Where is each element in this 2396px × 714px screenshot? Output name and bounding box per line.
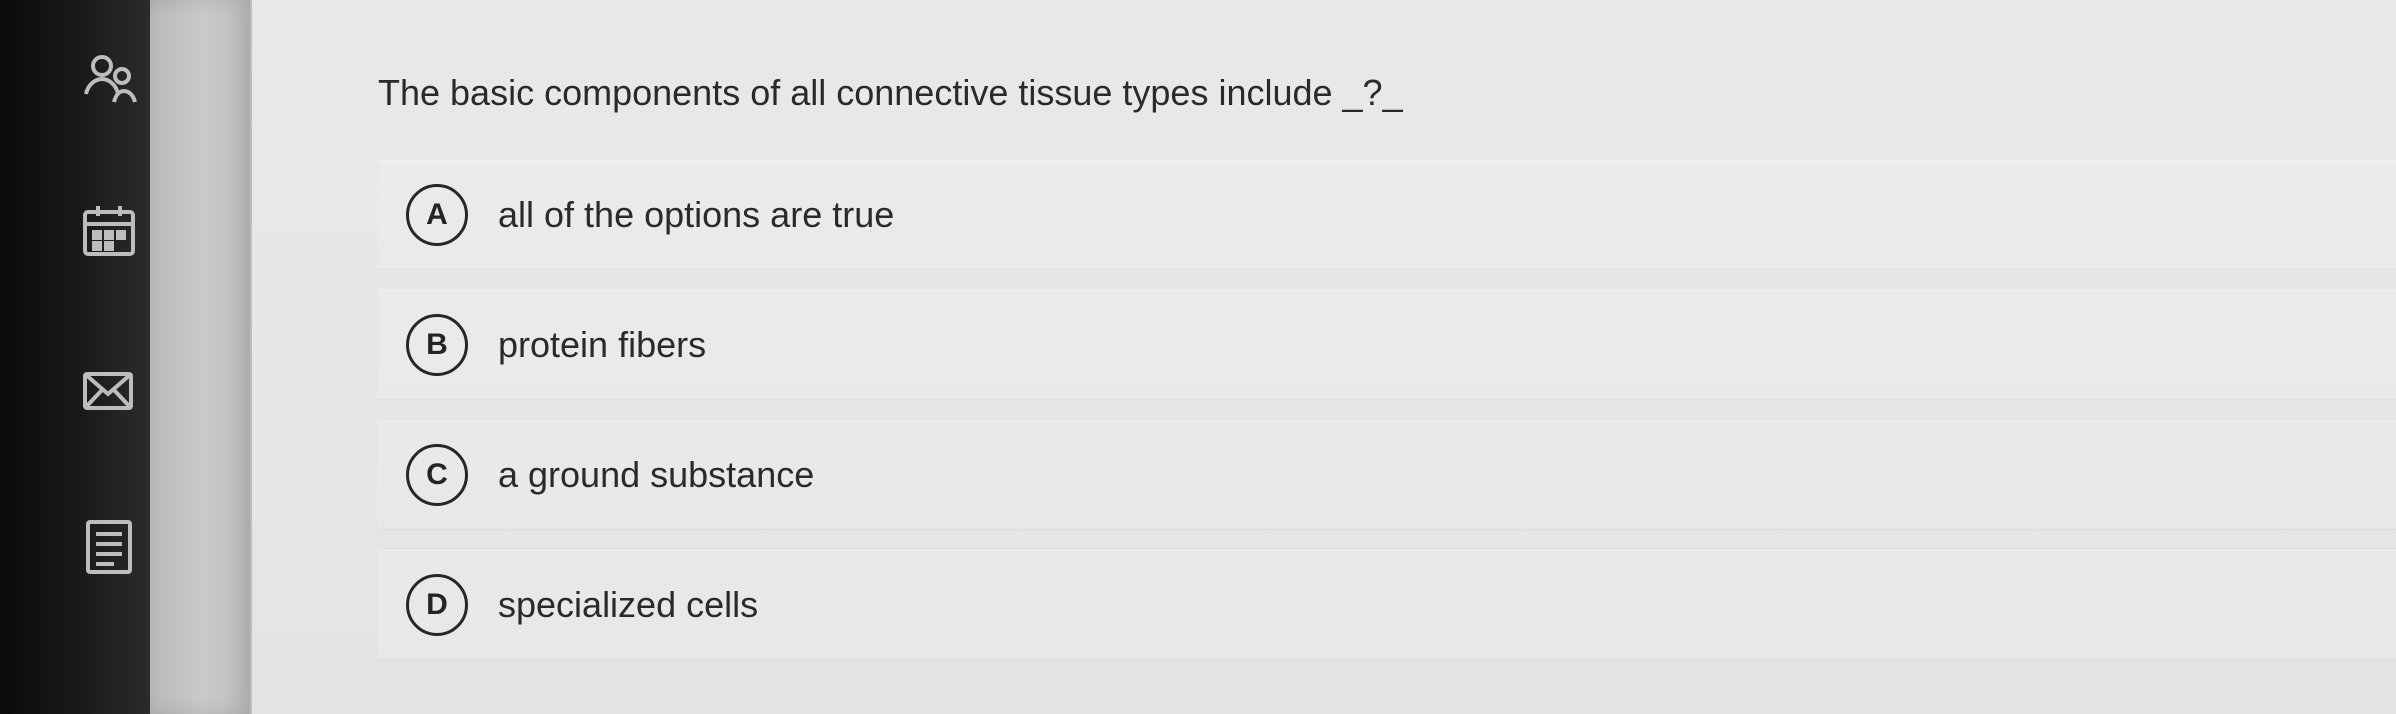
calendar-icon[interactable] [80, 200, 138, 262]
option-text-a[interactable]: all of the options are true [498, 194, 894, 236]
document-icon[interactable] [80, 516, 138, 578]
option-a[interactable]: A all of the options are true [378, 160, 2396, 270]
option-letter-c[interactable]: C [406, 444, 468, 506]
option-text-d[interactable]: specialized cells [498, 584, 758, 626]
answer-options: A all of the options are true B protein … [378, 160, 2396, 660]
app-sidebar [0, 0, 150, 714]
option-c[interactable]: C a ground substance [378, 420, 2396, 530]
option-text-c[interactable]: a ground substance [498, 454, 814, 496]
option-text-b[interactable]: protein fibers [498, 324, 706, 366]
people-icon[interactable] [80, 50, 138, 112]
quiz-panel: The basic components of all connective t… [252, 0, 2396, 714]
option-d[interactable]: D specialized cells [378, 550, 2396, 660]
mail-icon[interactable] [80, 360, 138, 422]
option-letter-d[interactable]: D [406, 574, 468, 636]
option-b[interactable]: B protein fibers [378, 290, 2396, 400]
option-letter-b[interactable]: B [406, 314, 468, 376]
question-text: The basic components of all connective t… [378, 72, 1403, 113]
option-letter-a[interactable]: A [406, 184, 468, 246]
sidebar-divider [150, 0, 252, 714]
